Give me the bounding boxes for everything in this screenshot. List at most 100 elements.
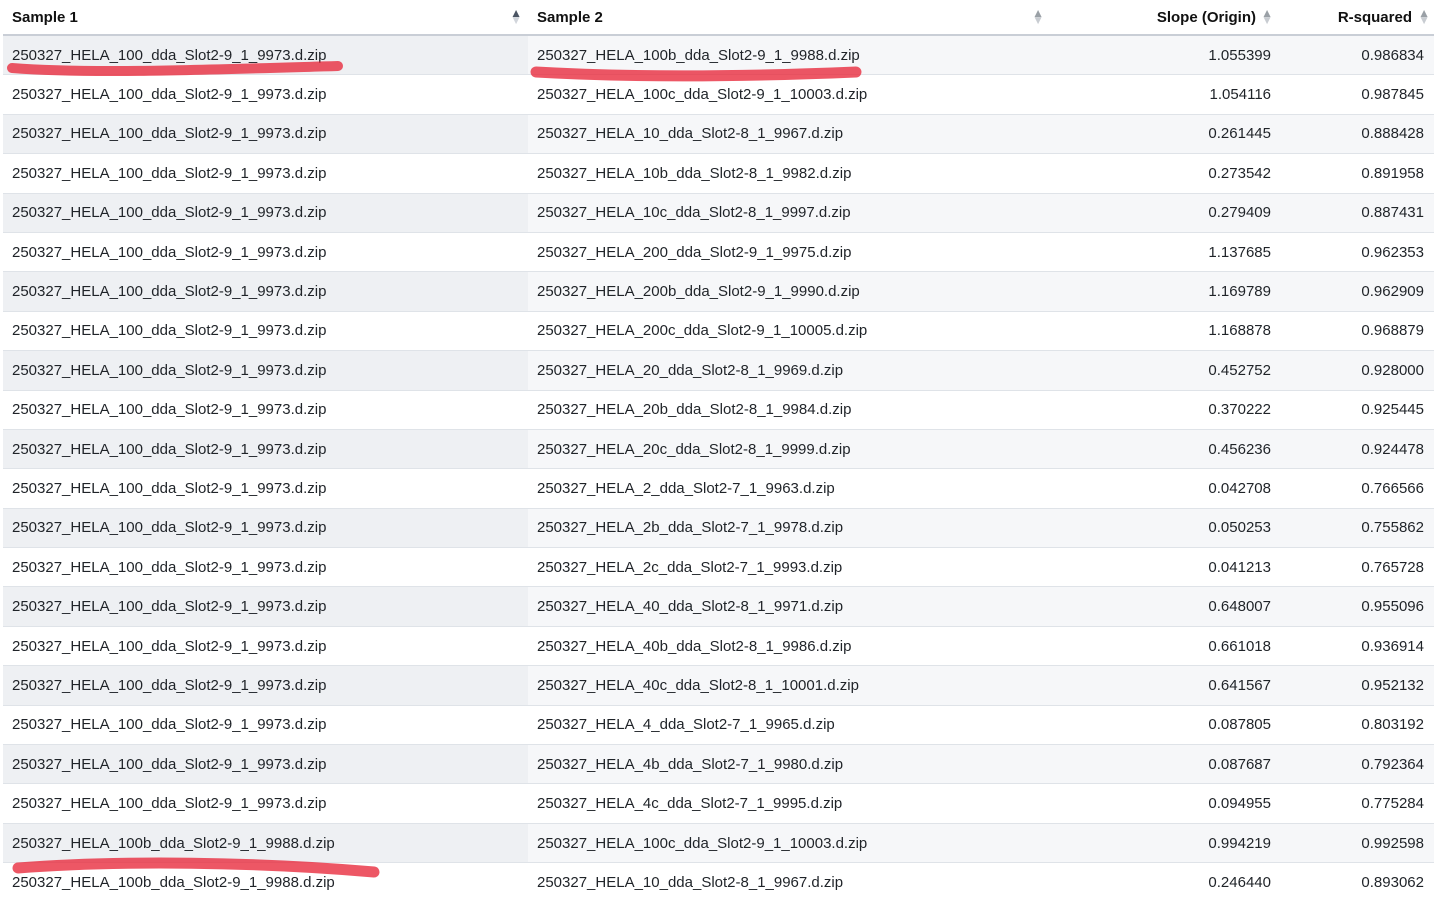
column-header-label: R-squared (1337, 8, 1412, 26)
table-row[interactable]: 250327_HELA_100b_dda_Slot2-9_1_9988.d.zi… (3, 822, 1434, 863)
cell-sample1: 250327_HELA_100_dda_Slot2-9_1_9973.d.zip (3, 389, 528, 430)
cell-sample2: 250327_HELA_10_dda_Slot2-8_1_9967.d.zip (528, 862, 1053, 902)
cell-rsquared: 0.893062 (1278, 862, 1434, 902)
cell-sample1: 250327_HELA_100_dda_Slot2-9_1_9973.d.zip (3, 704, 528, 745)
table-row[interactable]: 250327_HELA_100_dda_Slot2-9_1_9973.d.zip… (3, 625, 1434, 666)
cell-rsquared: 0.792364 (1278, 744, 1434, 784)
cell-sample2: 250327_HELA_2b_dda_Slot2-7_1_9978.d.zip (528, 507, 1053, 548)
table-row[interactable]: 250327_HELA_100_dda_Slot2-9_1_9973.d.zip… (3, 428, 1434, 469)
column-header-slope[interactable]: Slope (Origin) ▲ ▼ (1053, 0, 1278, 36)
results-table-container: Sample 1 ▲ ▼ Sample 2 ▲ ▼ Slope (Origin) ▲… (3, 0, 1434, 902)
cell-slope: 0.452752 (1053, 350, 1278, 391)
table-row[interactable]: 250327_HELA_100_dda_Slot2-9_1_9973.d.zip… (3, 271, 1434, 312)
cell-rsquared: 0.755862 (1278, 507, 1434, 548)
cell-sample1: 250327_HELA_100_dda_Slot2-9_1_9973.d.zip (3, 192, 528, 233)
table-row[interactable]: 250327_HELA_100_dda_Slot2-9_1_9973.d.zip… (3, 113, 1434, 154)
cell-slope: 1.137685 (1053, 231, 1278, 272)
cell-sample1: 250327_HELA_100_dda_Slot2-9_1_9973.d.zip (3, 744, 528, 784)
cell-rsquared: 0.987845 (1278, 74, 1434, 115)
cell-slope: 0.994219 (1053, 822, 1278, 863)
cell-slope: 0.087687 (1053, 744, 1278, 784)
table-row[interactable]: 250327_HELA_100_dda_Slot2-9_1_9973.d.zip… (3, 310, 1434, 351)
cell-sample2: 250327_HELA_40c_dda_Slot2-8_1_10001.d.zi… (528, 665, 1053, 706)
table-row[interactable]: 250327_HELA_100_dda_Slot2-9_1_9973.d.zip… (3, 507, 1434, 548)
cell-slope: 0.050253 (1053, 507, 1278, 548)
cell-rsquared: 0.986834 (1278, 34, 1434, 75)
sort-icon[interactable]: ▲ ▼ (1418, 7, 1430, 26)
table-row[interactable]: 250327_HELA_100_dda_Slot2-9_1_9973.d.zip… (3, 231, 1434, 272)
table-row[interactable]: 250327_HELA_100_dda_Slot2-9_1_9973.d.zip… (3, 468, 1434, 509)
table-row[interactable]: 250327_HELA_100_dda_Slot2-9_1_9973.d.zip… (3, 192, 1434, 233)
table-row[interactable]: 250327_HELA_100_dda_Slot2-9_1_9973.d.zip… (3, 704, 1434, 745)
cell-sample1: 250327_HELA_100_dda_Slot2-9_1_9973.d.zip (3, 350, 528, 391)
cell-sample2: 250327_HELA_100c_dda_Slot2-9_1_10003.d.z… (528, 822, 1053, 863)
cell-sample1: 250327_HELA_100_dda_Slot2-9_1_9973.d.zip (3, 665, 528, 706)
cell-sample2: 250327_HELA_20_dda_Slot2-8_1_9969.d.zip (528, 350, 1053, 391)
table-row[interactable]: 250327_HELA_100_dda_Slot2-9_1_9973.d.zip… (3, 744, 1434, 784)
cell-slope: 1.055399 (1053, 34, 1278, 75)
cell-sample2: 250327_HELA_10b_dda_Slot2-8_1_9982.d.zip (528, 153, 1053, 194)
cell-sample1: 250327_HELA_100_dda_Slot2-9_1_9973.d.zip (3, 74, 528, 115)
sort-ascending-icon[interactable]: ▲ ▼ (510, 7, 522, 26)
cell-sample1: 250327_HELA_100_dda_Slot2-9_1_9973.d.zip (3, 231, 528, 272)
cell-slope: 0.246440 (1053, 862, 1278, 902)
table-header: Sample 1 ▲ ▼ Sample 2 ▲ ▼ Slope (Origin) ▲… (3, 0, 1434, 36)
cell-rsquared: 0.962909 (1278, 271, 1434, 312)
cell-rsquared: 0.891958 (1278, 153, 1434, 194)
column-header-sample2[interactable]: Sample 2 ▲ ▼ (528, 0, 1053, 36)
table-row[interactable]: 250327_HELA_100_dda_Slot2-9_1_9973.d.zip… (3, 350, 1434, 391)
cell-sample2: 250327_HELA_200b_dda_Slot2-9_1_9990.d.zi… (528, 271, 1053, 312)
column-header-label: Sample 1 (12, 8, 78, 26)
cell-rsquared: 0.775284 (1278, 783, 1434, 824)
cell-slope: 1.168878 (1053, 310, 1278, 351)
table-row[interactable]: 250327_HELA_100_dda_Slot2-9_1_9973.d.zip… (3, 74, 1434, 115)
cell-rsquared: 0.765728 (1278, 547, 1434, 587)
cell-slope: 0.661018 (1053, 625, 1278, 666)
cell-rsquared: 0.936914 (1278, 625, 1434, 666)
table-row[interactable]: 250327_HELA_100b_dda_Slot2-9_1_9988.d.zi… (3, 862, 1434, 902)
cell-rsquared: 0.924478 (1278, 428, 1434, 469)
cell-rsquared: 0.925445 (1278, 389, 1434, 430)
column-header-rsquared[interactable]: R-squared ▲ ▼ (1278, 0, 1434, 36)
cell-slope: 0.087805 (1053, 704, 1278, 745)
cell-sample1: 250327_HELA_100_dda_Slot2-9_1_9973.d.zip (3, 625, 528, 666)
table-row[interactable]: 250327_HELA_100_dda_Slot2-9_1_9973.d.zip… (3, 783, 1434, 824)
cell-rsquared: 0.766566 (1278, 468, 1434, 509)
cell-sample1: 250327_HELA_100_dda_Slot2-9_1_9973.d.zip (3, 428, 528, 469)
cell-sample1: 250327_HELA_100_dda_Slot2-9_1_9973.d.zip (3, 586, 528, 627)
cell-sample1: 250327_HELA_100_dda_Slot2-9_1_9973.d.zip (3, 507, 528, 548)
cell-sample2: 250327_HELA_2c_dda_Slot2-7_1_9993.d.zip (528, 547, 1053, 587)
table-row[interactable]: 250327_HELA_100_dda_Slot2-9_1_9973.d.zip… (3, 153, 1434, 194)
cell-sample1: 250327_HELA_100_dda_Slot2-9_1_9973.d.zip (3, 34, 528, 75)
table-body: 250327_HELA_100_dda_Slot2-9_1_9973.d.zip… (3, 34, 1434, 902)
cell-rsquared: 0.952132 (1278, 665, 1434, 706)
cell-slope: 0.279409 (1053, 192, 1278, 233)
table-row[interactable]: 250327_HELA_100_dda_Slot2-9_1_9973.d.zip… (3, 665, 1434, 706)
cell-sample2: 250327_HELA_10_dda_Slot2-8_1_9967.d.zip (528, 113, 1053, 154)
header-row: Sample 1 ▲ ▼ Sample 2 ▲ ▼ Slope (Origin) ▲… (3, 0, 1434, 36)
column-header-sample1[interactable]: Sample 1 ▲ ▼ (3, 0, 528, 36)
cell-rsquared: 0.955096 (1278, 586, 1434, 627)
cell-slope: 0.041213 (1053, 547, 1278, 587)
table-row[interactable]: 250327_HELA_100_dda_Slot2-9_1_9973.d.zip… (3, 547, 1434, 587)
table-row[interactable]: 250327_HELA_100_dda_Slot2-9_1_9973.d.zip… (3, 389, 1434, 430)
sort-icon[interactable]: ▲ ▼ (1261, 7, 1273, 26)
cell-sample1: 250327_HELA_100_dda_Slot2-9_1_9973.d.zip (3, 783, 528, 824)
cell-rsquared: 0.928000 (1278, 350, 1434, 391)
cell-slope: 1.169789 (1053, 271, 1278, 312)
cell-slope: 0.456236 (1053, 428, 1278, 469)
table-row[interactable]: 250327_HELA_100_dda_Slot2-9_1_9973.d.zip… (3, 34, 1434, 75)
cell-sample2: 250327_HELA_40b_dda_Slot2-8_1_9986.d.zip (528, 625, 1053, 666)
cell-slope: 1.054116 (1053, 74, 1278, 115)
cell-sample2: 250327_HELA_10c_dda_Slot2-8_1_9997.d.zip (528, 192, 1053, 233)
cell-sample2: 250327_HELA_2_dda_Slot2-7_1_9963.d.zip (528, 468, 1053, 509)
cell-slope: 0.042708 (1053, 468, 1278, 509)
cell-sample1: 250327_HELA_100_dda_Slot2-9_1_9973.d.zip (3, 113, 528, 154)
cell-rsquared: 0.962353 (1278, 231, 1434, 272)
cell-slope: 0.273542 (1053, 153, 1278, 194)
cell-rsquared: 0.887431 (1278, 192, 1434, 233)
sort-icon[interactable]: ▲ ▼ (1032, 7, 1044, 26)
cell-sample2: 250327_HELA_20b_dda_Slot2-8_1_9984.d.zip (528, 389, 1053, 430)
cell-sample1: 250327_HELA_100_dda_Slot2-9_1_9973.d.zip (3, 547, 528, 587)
table-row[interactable]: 250327_HELA_100_dda_Slot2-9_1_9973.d.zip… (3, 586, 1434, 627)
